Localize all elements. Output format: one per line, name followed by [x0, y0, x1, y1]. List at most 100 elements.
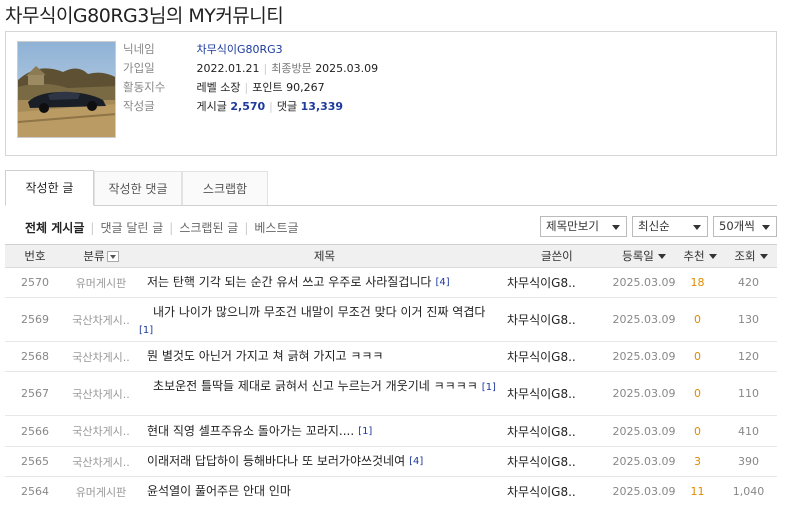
header-num: 번호 — [24, 249, 46, 263]
header-date-label: 등록일 — [622, 249, 654, 263]
row-title-text[interactable]: 윤석열이 풀어주믄 안대 인마 — [147, 483, 291, 500]
row-number: 2565 — [21, 455, 49, 468]
row-recommend: 0 — [694, 313, 701, 326]
row-title[interactable]: 윤석열이 풀어주믄 안대 인마 — [147, 477, 502, 506]
row-title[interactable]: 내가 나이가 많으니까 무조건 내말이 무조건 맞다 이거 진짜 역겹다[1] — [135, 298, 503, 341]
header-views[interactable]: 조회 — [725, 245, 777, 268]
row-title[interactable]: 저는 탄핵 기각 되는 순간 유서 쓰고 우주로 사라질겁니다 [4] — [147, 268, 502, 297]
row-views: 420 — [738, 276, 759, 289]
tab-written-comments[interactable]: 작성한 댓글 — [94, 171, 182, 205]
row-title[interactable]: 뭔 별것도 아닌거 가지고 쳐 긁혀 가지고 ㅋㅋㅋ — [147, 342, 502, 371]
row-title[interactable]: 초보운전 틀딱들 제대로 긁혀서 신고 누르는거 개웃기네 ㅋㅋㅋㅋ [1] — [137, 372, 503, 415]
last-visit-label: 최종방문 — [271, 62, 312, 75]
header-category-label: 분류 — [83, 249, 105, 263]
table-row[interactable]: 2568 국산차게시.. 뭔 별것도 아닌거 가지고 쳐 긁혀 가지고 ㅋㅋㅋ … — [5, 342, 777, 372]
points-value: 90,267 — [286, 81, 325, 94]
row-recommend: 0 — [694, 350, 701, 363]
row-recommend: 3 — [694, 455, 701, 468]
posts-section-label: 작성글 — [123, 99, 155, 113]
table-row[interactable]: 2565 국산차게시.. 이래저래 답답하이 등해바다나 또 보러가야쓰것네여[… — [5, 447, 777, 477]
header-category[interactable]: 분류 — [65, 245, 137, 268]
row-recommend: 0 — [694, 387, 701, 400]
view-mode-select[interactable]: 제목만보기 — [540, 216, 627, 237]
row-views: 130 — [738, 313, 759, 326]
row-views: 410 — [738, 424, 759, 438]
row-title[interactable]: 현대 직영 셀프주유소 돌아가는 꼬라지.... [1] — [147, 416, 502, 446]
page-size-value: 50개씩 — [719, 219, 755, 233]
row-comment-count[interactable]: [4] — [409, 453, 423, 470]
row-recommend: 11 — [690, 485, 705, 498]
row-date: 2025.03.09 — [612, 455, 676, 468]
avatar — [17, 41, 116, 138]
nickname-label: 닉네임 — [123, 42, 155, 56]
row-category[interactable]: 국산차게시.. — [65, 298, 137, 341]
page-size-select[interactable]: 50개씩 — [713, 216, 777, 237]
row-title-text[interactable]: 초보운전 틀딱들 제대로 긁혀서 신고 누르는거 개웃기네 ㅋㅋㅋㅋ — [153, 379, 478, 393]
header-views-label: 조회 — [734, 249, 756, 263]
level-label: 레벨 — [196, 81, 217, 94]
row-writer[interactable]: 차무식이G8.. — [507, 447, 607, 476]
row-comment-count[interactable]: [1] — [139, 325, 153, 336]
row-number: 2570 — [21, 276, 49, 289]
row-category[interactable]: 국산차게시.. — [65, 416, 137, 446]
row-date: 2025.03.09 — [612, 387, 676, 400]
row-writer[interactable]: 차무식이G8.. — [507, 268, 607, 297]
level-value: 소장 — [220, 81, 241, 94]
tab-bar: 작성한 글 작성한 댓글 스크랩함 — [5, 170, 777, 206]
row-category[interactable]: 국산차게시.. — [65, 372, 137, 415]
header-date[interactable]: 등록일 — [609, 245, 679, 268]
row-number: 2566 — [21, 424, 49, 438]
row-writer[interactable]: 차무식이G8.. — [507, 372, 607, 415]
row-number: 2568 — [21, 350, 49, 363]
tab-written-posts[interactable]: 작성한 글 — [5, 170, 94, 206]
view-mode-value: 제목만보기 — [546, 219, 599, 233]
row-title-text[interactable]: 이래저래 답답하이 등해바다나 또 보러가야쓰것네여 — [147, 453, 405, 470]
joined-date: 2022.01.21 — [196, 62, 260, 75]
row-date: 2025.03.09 — [612, 424, 676, 438]
row-number: 2564 — [21, 485, 49, 498]
chevron-down-icon — [693, 225, 701, 230]
row-date: 2025.03.09 — [612, 313, 676, 326]
tab-scrap[interactable]: 스크랩함 — [182, 171, 268, 205]
row-category[interactable]: 유머게시판 — [65, 268, 137, 297]
subnav-commented-posts[interactable]: 댓글 달린 글 — [100, 221, 163, 235]
table-row[interactable]: 2564 유머게시판 윤석열이 풀어주믄 안대 인마 차무식이G8.. 2025… — [5, 477, 777, 506]
posts-label: 게시글 — [196, 100, 227, 113]
row-comment-count[interactable]: [1] — [358, 423, 372, 440]
row-title[interactable]: 이래저래 답답하이 등해바다나 또 보러가야쓰것네여 [4] — [147, 447, 502, 476]
profile-card: 닉네임 차무식이G80RG3 가입일 2022.01.21 | 최종방문 2025.… — [5, 31, 777, 156]
table-row[interactable]: 2567 국산차게시.. 초보운전 틀딱들 제대로 긁혀서 신고 누르는거 개웃… — [5, 372, 777, 416]
row-number: 2567 — [21, 387, 49, 400]
row-category[interactable]: 국산차게시.. — [65, 447, 137, 476]
subnav-best-posts[interactable]: 베스트글 — [254, 221, 298, 235]
subnav-scrapped-posts[interactable]: 스크랩된 글 — [179, 221, 238, 235]
table-row[interactable]: 2569 국산차게시.. 내가 나이가 많으니까 무조건 내말이 무조건 맞다 … — [5, 298, 777, 342]
row-title-text[interactable]: 현대 직영 셀프주유소 돌아가는 꼬라지.... — [147, 423, 354, 440]
posts-count: 2,570 — [230, 100, 266, 113]
row-date: 2025.03.09 — [612, 276, 676, 289]
table-row[interactable]: 2570 유머게시판 저는 탄핵 기각 되는 순간 유서 쓰고 우주로 사라질겁… — [5, 268, 777, 298]
row-category[interactable]: 유머게시판 — [65, 477, 137, 506]
row-comment-count[interactable]: [4] — [435, 274, 449, 291]
comments-label: 댓글 — [276, 100, 298, 113]
row-comment-count[interactable]: [1] — [482, 382, 496, 393]
table-row[interactable]: 2566 국산차게시.. 현대 직영 셀프주유소 돌아가는 꼬라지.... [1]… — [5, 416, 777, 447]
row-title-text[interactable]: 저는 탄핵 기각 되는 순간 유서 쓰고 우주로 사라질겁니다 — [147, 274, 431, 291]
header-recommend[interactable]: 추천 — [675, 245, 725, 268]
row-writer[interactable]: 차무식이G8.. — [507, 298, 607, 341]
nickname-link[interactable]: 차무식이G80RG3 — [197, 43, 283, 56]
row-writer[interactable]: 차무식이G8.. — [507, 416, 607, 446]
row-views: 1,040 — [732, 485, 765, 498]
row-date: 2025.03.09 — [612, 350, 676, 363]
row-writer[interactable]: 차무식이G8.. — [507, 342, 607, 371]
row-category[interactable]: 국산차게시.. — [65, 342, 137, 371]
row-writer[interactable]: 차무식이G8.. — [507, 477, 607, 506]
points-label: 포인트 — [252, 81, 283, 94]
filter-dropdown-icon[interactable] — [106, 251, 119, 262]
sort-select[interactable]: 최신순 — [632, 216, 708, 237]
chevron-down-icon — [612, 225, 620, 230]
subnav-all-posts[interactable]: 전체 게시글 — [25, 221, 84, 235]
row-title-text[interactable]: 내가 나이가 많으니까 무조건 내말이 무조건 맞다 이거 진짜 역겹다 — [153, 305, 485, 319]
sort-value: 최신순 — [638, 219, 670, 233]
row-title-text[interactable]: 뭔 별것도 아닌거 가지고 쳐 긁혀 가지고 ㅋㅋㅋ — [147, 348, 383, 365]
